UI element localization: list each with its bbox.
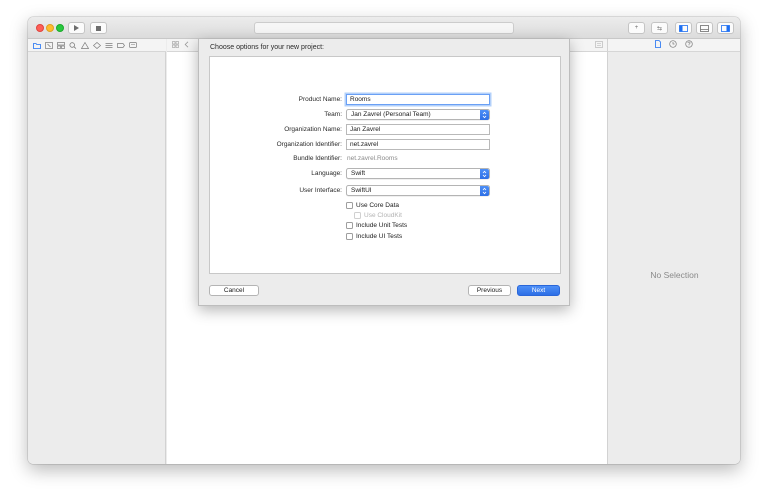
zoom-window-button[interactable] xyxy=(56,24,64,32)
organization-name-row: Organization Name: Jan Zavrel xyxy=(210,124,562,136)
user-interface-value: SwiftUI xyxy=(351,187,372,194)
organization-identifier-row: Organization Identifier: net.zavrel xyxy=(210,139,562,151)
include-ui-tests-label: Include UI Tests xyxy=(356,233,403,240)
sidebar-left-icon xyxy=(679,24,688,32)
navigator-selector-bar xyxy=(28,39,166,52)
product-name-field[interactable]: Rooms xyxy=(346,94,490,105)
include-ui-tests-checkbox[interactable] xyxy=(346,233,353,240)
help-icon[interactable] xyxy=(685,40,693,50)
folder-icon[interactable] xyxy=(32,41,41,49)
minimize-window-button[interactable] xyxy=(46,24,54,32)
history-icon[interactable] xyxy=(669,40,677,50)
inspector-pane: No Selection xyxy=(607,52,740,464)
user-interface-label: User Interface: xyxy=(299,187,342,194)
toolbar: + ⇆ xyxy=(28,17,740,39)
run-button[interactable] xyxy=(68,22,85,34)
no-selection-label: No Selection xyxy=(650,270,699,280)
organization-name-label: Organization Name: xyxy=(284,126,342,133)
use-cloudkit-label: Use CloudKit xyxy=(364,212,402,219)
toggle-navigator-button[interactable] xyxy=(675,22,692,34)
organization-name-field[interactable]: Jan Zavrel xyxy=(346,124,490,135)
adjust-editor-icon[interactable] xyxy=(595,41,603,50)
popup-arrows-icon xyxy=(480,110,489,120)
user-interface-row: User Interface: SwiftUI xyxy=(210,185,562,197)
use-core-data-row: Use Core Data xyxy=(210,201,562,211)
activity-viewer xyxy=(254,22,514,34)
navigator-pane xyxy=(28,52,166,464)
team-popup[interactable]: Jan Zavrel (Personal Team) xyxy=(346,109,490,120)
next-button[interactable]: Next xyxy=(517,285,560,296)
use-cloudkit-row: Use CloudKit xyxy=(210,211,562,221)
bundle-identifier-row: Bundle Identifier: net.zavrel.Rooms xyxy=(210,153,562,165)
use-core-data-checkbox[interactable] xyxy=(346,202,353,209)
include-unit-tests-checkbox[interactable] xyxy=(346,222,353,229)
popup-arrows-icon xyxy=(480,186,489,196)
include-ui-tests-row: Include UI Tests xyxy=(210,232,562,242)
popup-arrows-icon xyxy=(480,169,489,179)
close-window-button[interactable] xyxy=(36,24,44,32)
language-popup[interactable]: Swift xyxy=(346,168,490,179)
team-label: Team: xyxy=(324,111,342,118)
options-form: Product Name: Rooms Team: Jan Zavrel (Pe… xyxy=(209,56,561,274)
language-value: Swift xyxy=(351,170,366,177)
product-name-label: Product Name: xyxy=(298,96,342,103)
report-icon[interactable] xyxy=(128,41,137,49)
warning-icon[interactable] xyxy=(80,41,89,49)
breakpoint-icon[interactable] xyxy=(116,41,125,49)
stop-icon xyxy=(96,25,101,31)
team-value: Jan Zavrel (Personal Team) xyxy=(351,111,431,118)
source-control-icon[interactable] xyxy=(44,41,53,49)
related-items-icon[interactable] xyxy=(172,41,179,50)
include-unit-tests-row: Include Unit Tests xyxy=(210,221,562,231)
new-project-options-sheet: Choose options for your new project: Pro… xyxy=(198,39,570,306)
include-unit-tests-label: Include Unit Tests xyxy=(356,222,408,229)
sidebar-right-icon xyxy=(721,24,730,32)
toggle-inspector-button[interactable] xyxy=(717,22,734,34)
sheet-title: Choose options for your new project: xyxy=(210,44,325,51)
organization-identifier-label: Organization Identifier: xyxy=(276,141,342,148)
language-row: Language: Swift xyxy=(210,168,562,180)
organization-identifier-field[interactable]: net.zavrel xyxy=(346,139,490,150)
cancel-button[interactable]: Cancel xyxy=(209,285,259,296)
use-core-data-label: Use Core Data xyxy=(356,202,399,209)
debug-icon[interactable] xyxy=(104,41,113,49)
inspector-selector-bar xyxy=(607,39,740,52)
team-row: Team: Jan Zavrel (Personal Team) xyxy=(210,109,562,121)
test-icon[interactable] xyxy=(92,41,101,49)
language-label: Language: xyxy=(311,170,342,177)
search-icon[interactable] xyxy=(68,41,77,49)
previous-button[interactable]: Previous xyxy=(468,285,511,296)
code-review-button[interactable]: ⇆ xyxy=(651,22,668,34)
file-inspector-icon[interactable] xyxy=(655,40,661,50)
back-forward-icon: ⇆ xyxy=(656,25,663,32)
library-button[interactable]: + xyxy=(628,22,645,34)
toggle-debug-area-button[interactable] xyxy=(696,22,713,34)
bundle-identifier-label: Bundle Identifier: xyxy=(293,155,342,162)
debug-area-icon xyxy=(700,24,709,32)
plus-icon: + xyxy=(634,25,639,31)
use-cloudkit-checkbox[interactable] xyxy=(354,212,361,219)
hierarchy-icon[interactable] xyxy=(56,41,65,49)
stop-button[interactable] xyxy=(90,22,107,34)
user-interface-popup[interactable]: SwiftUI xyxy=(346,185,490,196)
bundle-identifier-value: net.zavrel.Rooms xyxy=(347,155,398,162)
product-name-row: Product Name: Rooms xyxy=(210,94,562,106)
play-icon xyxy=(74,25,79,31)
chevron-left-icon[interactable] xyxy=(184,41,189,50)
